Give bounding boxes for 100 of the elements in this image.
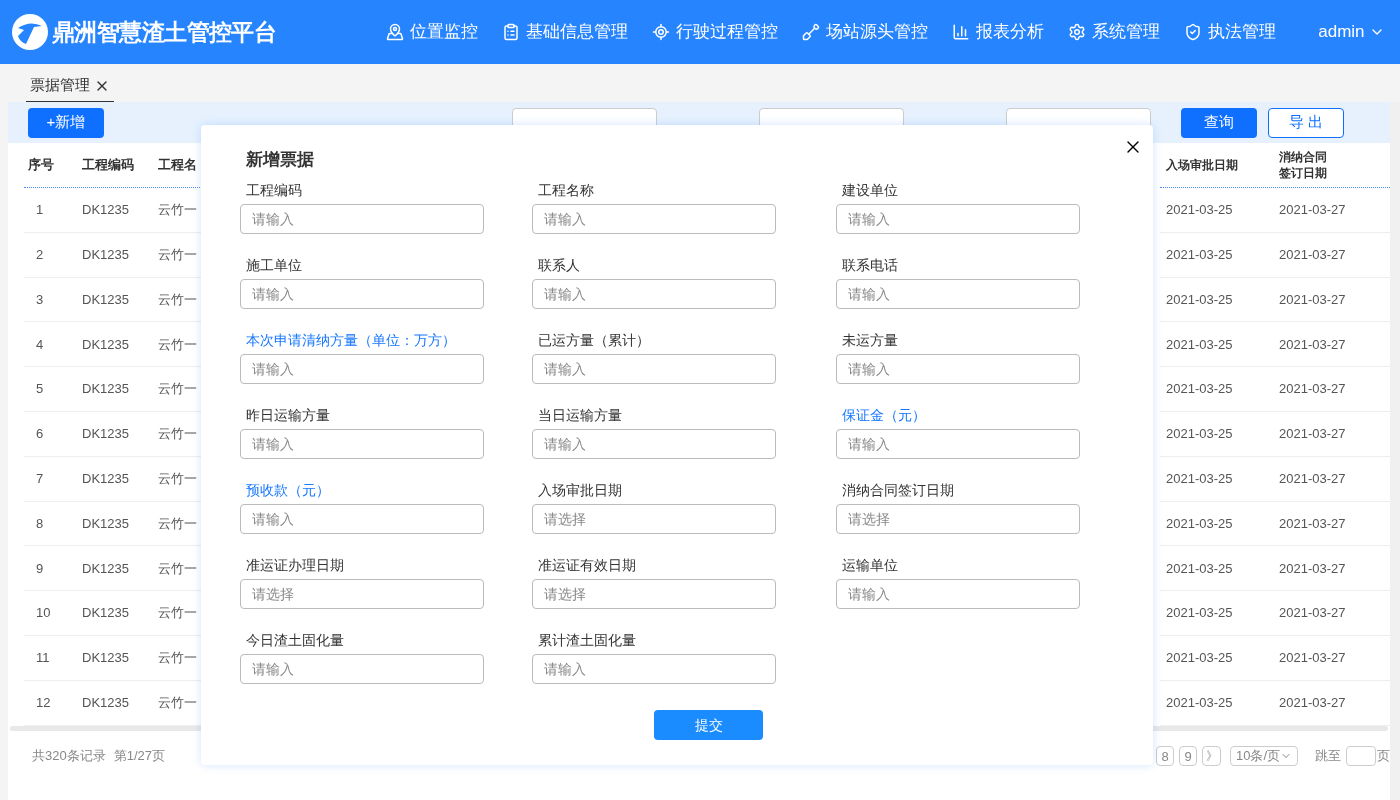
nav-item[interactable]: 行驶过程管控 (652, 19, 779, 45)
table-cell-text: 云竹一 (158, 290, 198, 309)
table-cell-text: DK1235 (82, 514, 130, 533)
table-cell-text: 9 (35, 559, 45, 578)
table-cell-text: 1 (35, 201, 45, 220)
field-label: 累计渣土固化量 (538, 630, 637, 649)
target-icon (652, 23, 671, 41)
page-size-select[interactable]: 10条/页 (1230, 745, 1298, 766)
field-label: 预收款（元） (246, 480, 331, 499)
settings-icon (1068, 23, 1087, 41)
table-cell-text: 2021-03-25 (1165, 559, 1234, 578)
field-label: 工程名称 (538, 180, 595, 199)
field-label: 联系电话 (842, 255, 899, 274)
table-cell-text: 2021-03-27 (1278, 290, 1347, 309)
input-field[interactable]: 请输入 (836, 278, 1080, 309)
field-label: 当日运输方量 (538, 405, 623, 424)
table-cell-text: 2021-03-25 (1165, 380, 1234, 399)
record-total: 共320条记录 (32, 746, 106, 765)
input-field[interactable]: 请输入 (532, 353, 776, 384)
input-field[interactable]: 请输入 (532, 653, 776, 684)
table-cell-text: 云竹一 (158, 201, 198, 220)
input-field[interactable]: 请选择 (240, 578, 484, 609)
input-field[interactable]: 请输入 (532, 278, 776, 309)
table-cell-text: 2021-03-25 (1165, 649, 1234, 668)
input-field[interactable]: 请输入 (240, 353, 484, 384)
page-indicator: 第1/27页 (113, 746, 165, 765)
table-cell-text: 2021-03-27 (1278, 201, 1347, 220)
input-field[interactable]: 请输入 (240, 653, 484, 684)
app-title: 鼎洲智慧渣土管控平台 (52, 17, 277, 47)
input-field[interactable]: 请选择 (836, 503, 1080, 534)
input-field[interactable]: 请输入 (836, 353, 1080, 384)
input-field[interactable]: 请输入 (240, 278, 484, 309)
page-button[interactable]: 9 (1179, 745, 1197, 766)
table-cell-text: 云竹一 (158, 335, 198, 354)
field-label: 工程编码 (246, 180, 303, 199)
table-cell-text: 云竹一 (158, 604, 198, 623)
field-label: 准运证办理日期 (246, 555, 345, 574)
shield-icon (1184, 23, 1203, 41)
shovel-icon (802, 23, 821, 41)
table-cell-text: 5 (35, 380, 45, 399)
table-cell-text: 12 (35, 693, 52, 712)
table-cell-text: 8 (35, 514, 45, 533)
input-field[interactable]: 请选择 (532, 503, 776, 534)
user-menu[interactable]: admin (1318, 19, 1385, 45)
field-label: 今日渣土固化量 (246, 630, 345, 649)
field-label: 保证金（元） (842, 405, 927, 424)
table-cell-text: 2021-03-25 (1165, 514, 1234, 533)
table-cell-text: 云竹一 (158, 380, 198, 399)
table-cell-text: 2021-03-25 (1165, 425, 1234, 444)
input-field[interactable]: 请输入 (836, 203, 1080, 234)
page-button[interactable]: 8 (1156, 745, 1174, 766)
table-cell-text: 2021-03-27 (1278, 245, 1347, 264)
table-cell-text: 2021-03-25 (1165, 604, 1234, 623)
dialog-title: 新增票据 (246, 149, 314, 171)
table-cell-text: 2021-03-25 (1165, 290, 1234, 309)
table-cell-text: DK1235 (82, 693, 130, 712)
input-field[interactable]: 请输入 (240, 203, 484, 234)
nav-item[interactable]: 执法管理 (1184, 19, 1277, 45)
table-cell-text: 2021-03-27 (1278, 335, 1347, 354)
table-cell-text: 2021-03-27 (1278, 693, 1347, 712)
input-field[interactable]: 请输入 (836, 428, 1080, 459)
submit-button[interactable]: 提交 (654, 710, 763, 740)
table-cell-text: 10 (35, 604, 52, 623)
nav-item[interactable]: 场站源头管控 (802, 19, 929, 45)
field-label: 昨日运输方量 (246, 405, 331, 424)
nav-item[interactable]: 位置监控 (386, 19, 479, 45)
field-label: 施工单位 (246, 255, 303, 274)
table-cell-text: 2021-03-25 (1165, 469, 1234, 488)
add-button[interactable]: +新增 (28, 107, 104, 138)
input-field[interactable]: 请输入 (836, 578, 1080, 609)
column-header: 工程名 (158, 156, 198, 175)
input-field[interactable]: 请输入 (532, 203, 776, 234)
table-cell-text: 4 (35, 335, 45, 354)
table-cell-text: 2021-03-27 (1278, 380, 1347, 399)
input-field[interactable]: 请输入 (240, 428, 484, 459)
table-cell-text: DK1235 (82, 201, 130, 220)
nav-item[interactable]: 基础信息管理 (502, 19, 629, 45)
table-cell-text: 2021-03-27 (1278, 604, 1347, 623)
column-header: 入场审批日期 (1165, 157, 1239, 173)
table-cell-text: 2021-03-25 (1165, 335, 1234, 354)
nav-item[interactable]: 系统管理 (1068, 19, 1161, 45)
table-cell-text: DK1235 (82, 649, 130, 668)
table-cell-text: 2021-03-25 (1165, 245, 1234, 264)
nav-item[interactable]: 报表分析 (952, 19, 1045, 45)
field-label: 本次申请清纳方量（单位：万方） (246, 330, 457, 349)
input-field[interactable]: 请输入 (240, 503, 484, 534)
jump-page-input[interactable] (1346, 745, 1376, 766)
input-field[interactable]: 请输入 (532, 428, 776, 459)
export-button[interactable]: 导 出 (1268, 107, 1344, 138)
column-header: 工程编码 (82, 156, 135, 175)
table-cell-text: DK1235 (82, 559, 130, 578)
input-field[interactable]: 请选择 (532, 578, 776, 609)
column-header: 序号 (27, 156, 55, 175)
location-pin-icon (386, 23, 405, 41)
table-cell-text: 2021-03-27 (1278, 469, 1347, 488)
table-cell-text: 6 (35, 425, 45, 444)
next-page-button[interactable]: 》 (1202, 745, 1221, 766)
table-cell-text: 2021-03-25 (1165, 693, 1234, 712)
query-button[interactable]: 查询 (1181, 107, 1257, 138)
column-header: 消纳合同签订日期 (1279, 149, 1328, 181)
